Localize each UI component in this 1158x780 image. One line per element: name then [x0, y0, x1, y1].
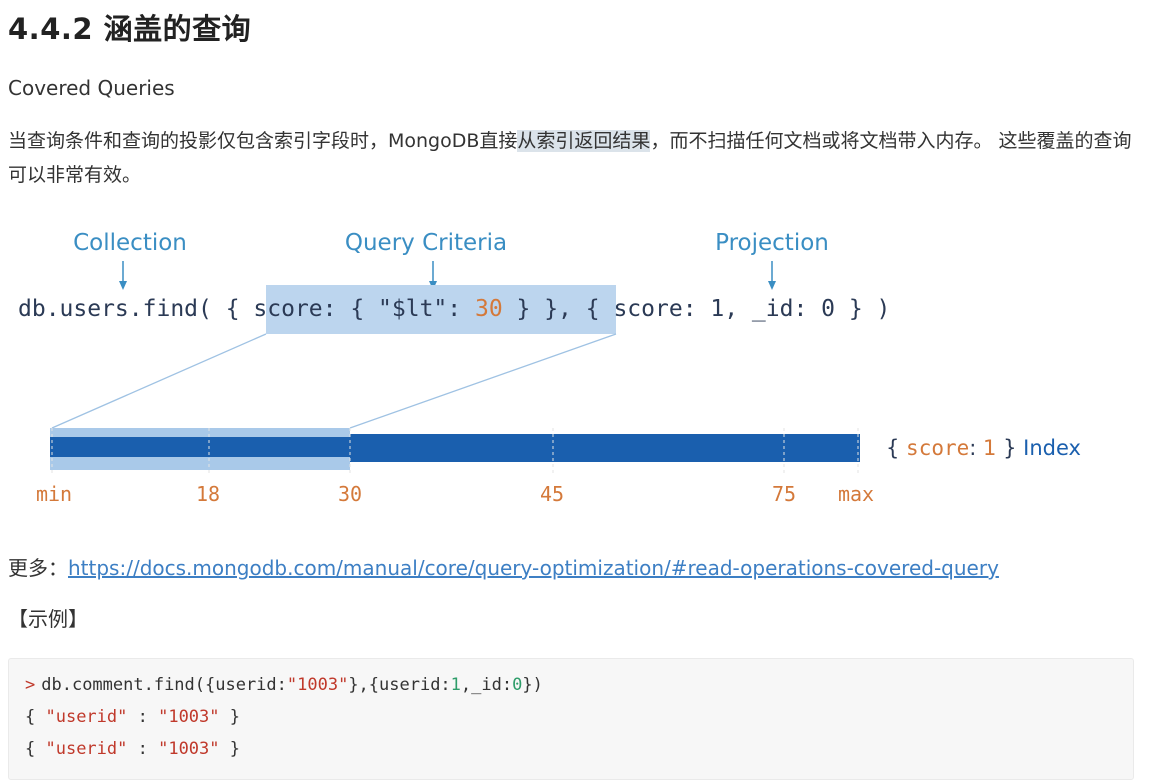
tick-label-75: 75: [772, 482, 796, 505]
paragraph-text: 当查询条件和查询的投影仅包含索引字段时，MongoDB直接: [8, 130, 518, 152]
description-paragraph: 当查询条件和查询的投影仅包含索引字段时，MongoDB直接从索引返回结果，而不扫…: [8, 124, 1138, 192]
tick-label-18: 18: [196, 482, 220, 505]
section-subtitle: Covered Queries: [8, 76, 175, 100]
funnel-line-right: [349, 333, 617, 429]
prompt-icon: >: [25, 675, 36, 695]
criteria-label: Query Criteria: [345, 230, 507, 256]
tick-label-30: 30: [338, 482, 362, 505]
docs-link[interactable]: https://docs.mongodb.com/manual/core/que…: [68, 556, 999, 580]
index-bar-selected-core: [50, 437, 350, 457]
example-label: 【示例】: [8, 607, 88, 631]
projection-arrow-icon: [768, 261, 776, 290]
code-command-line: > db.comment.find({userid:"1003"},{userid…: [25, 675, 543, 695]
code-result-line: { "userid" : "1003" }: [25, 739, 240, 759]
collection-arrow-icon: [119, 261, 127, 290]
tick-label-45: 45: [540, 482, 564, 505]
more-info-line: 更多：https://docs.mongodb.com/manual/core/…: [8, 552, 999, 581]
tick-label-min: min: [36, 482, 72, 505]
section-heading: 4.4.2 涵盖的查询: [8, 12, 252, 46]
code-block: > db.comment.find({userid:"1003"},{userid…: [8, 658, 1134, 780]
covered-query-diagram: Collection Query Criteria Projection db.…: [18, 230, 1081, 505]
funnel-line-left: [51, 333, 267, 429]
highlighted-text: 从索引返回结果: [517, 130, 651, 152]
more-label: 更多：: [8, 556, 68, 580]
collection-label: Collection: [73, 230, 187, 256]
tick-label-max: max: [838, 482, 874, 505]
projection-label: Projection: [715, 230, 829, 256]
code-result-line: { "userid" : "1003" }: [25, 707, 240, 727]
query-code: db.users.find( { score: { "$lt": 30 } },…: [18, 296, 890, 322]
index-label: { score: 1 } Index: [886, 436, 1081, 460]
